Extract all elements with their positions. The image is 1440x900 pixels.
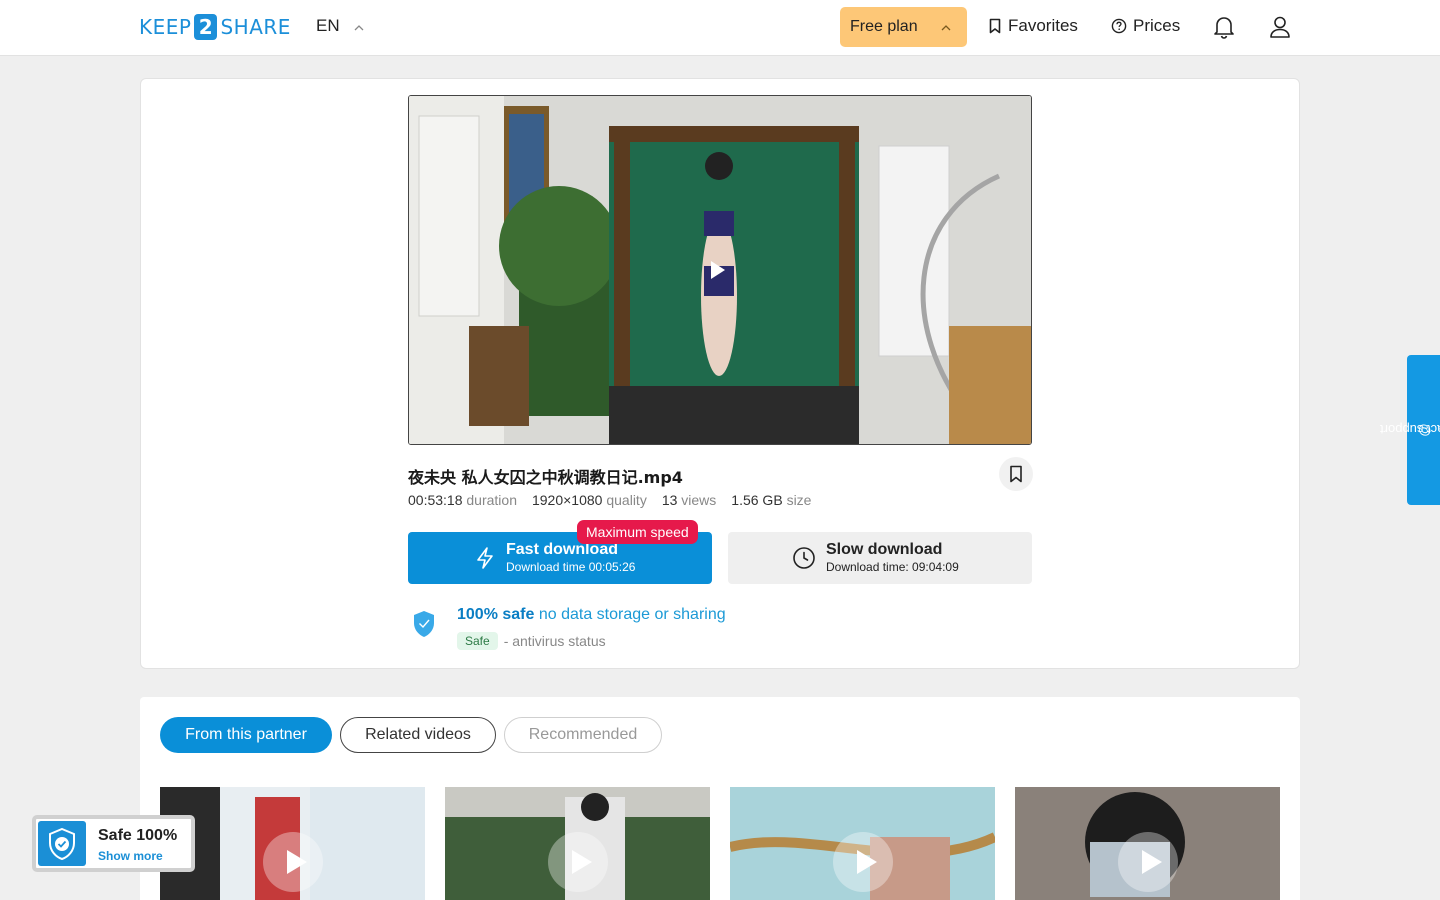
safe-strong-text: 100% safe xyxy=(457,606,535,623)
safe-statement: 100% safe no data storage or sharing xyxy=(457,606,726,624)
quality-value: 1920×1080 xyxy=(531,492,603,508)
file-title: 夜未央 私人女囚之中秋调教日记.mp4 xyxy=(408,468,683,487)
safe-light-text[interactable]: no data storage or sharing xyxy=(539,606,726,623)
help-circle-icon xyxy=(1111,18,1127,34)
safe-status-badge: Safe xyxy=(457,632,498,650)
duration-info: 00:53:18 duration xyxy=(408,492,517,508)
size-label: size xyxy=(786,492,812,508)
bookmark-icon xyxy=(1010,465,1022,483)
antivirus-label: - antivirus status xyxy=(503,633,606,649)
prices-label: Prices xyxy=(1133,16,1181,35)
chevron-up-icon xyxy=(941,25,951,31)
video-thumbnail-4[interactable] xyxy=(1015,787,1280,900)
chevron-up-icon xyxy=(354,25,364,31)
clock-icon xyxy=(793,546,815,569)
bell-icon[interactable] xyxy=(1212,14,1236,40)
logo-text-2: 2 xyxy=(194,14,218,40)
safe-100-widget[interactable]: Safe 100% Show more xyxy=(32,815,195,872)
tab-related-videos[interactable]: Related videos xyxy=(340,717,496,753)
user-icon[interactable] xyxy=(1268,14,1292,40)
fast-download-time: Download time 00:05:26 xyxy=(506,560,636,574)
views-info: 13 views xyxy=(662,492,716,508)
add-to-favorites-button[interactable] xyxy=(999,457,1033,491)
tab-label: Related videos xyxy=(365,726,471,743)
safe-widget-title: Safe 100% xyxy=(98,827,178,844)
lightning-icon xyxy=(477,546,493,569)
shield-check-icon xyxy=(38,821,86,866)
play-icon xyxy=(547,832,608,892)
logo-text-keep: KEEP xyxy=(139,15,192,39)
duration-label: duration xyxy=(466,492,517,508)
tab-recommended[interactable]: Recommended xyxy=(504,717,662,753)
tab-from-this-partner[interactable]: From this partner xyxy=(160,717,332,753)
file-meta: 00:53:18 duration 1920×1080 quality 13 v… xyxy=(408,492,811,508)
favorites-label: Favorites xyxy=(1008,16,1078,35)
quality-label: quality xyxy=(606,492,647,508)
play-icon xyxy=(262,832,323,892)
video-preview[interactable] xyxy=(408,95,1032,445)
shield-check-icon xyxy=(414,611,434,637)
free-plan-button[interactable]: Free plan xyxy=(840,7,967,47)
contact-support-tab[interactable]: @ contact support xyxy=(1379,355,1440,505)
video-thumbnail-3[interactable] xyxy=(730,787,995,900)
contact-support-label: @ contact support xyxy=(1379,423,1440,438)
top-header: KEEP 2 SHARE EN Free plan Favorites Pric… xyxy=(0,0,1440,56)
video-thumbnail-2[interactable] xyxy=(445,787,710,900)
plan-label: Free plan xyxy=(850,18,918,35)
quality-info: 1920×1080 quality xyxy=(532,492,647,508)
play-icon[interactable] xyxy=(711,261,725,279)
keep2share-logo[interactable]: KEEP 2 SHARE xyxy=(139,13,291,41)
bookmark-icon xyxy=(989,18,1001,34)
video-thumbnail-1[interactable] xyxy=(160,787,425,900)
contact-support-text: contact support xyxy=(1379,422,1440,438)
slow-download-label: Slow download xyxy=(826,541,943,558)
maximum-speed-badge: Maximum speed xyxy=(577,520,698,544)
play-icon xyxy=(1117,832,1178,892)
show-more-link[interactable]: Show more xyxy=(98,849,163,863)
play-icon xyxy=(832,832,893,892)
antivirus-status: Safe - antivirus status xyxy=(457,632,606,650)
favorites-link[interactable]: Favorites xyxy=(988,16,1078,36)
language-label: EN xyxy=(316,16,340,35)
size-value: 1.56 GB xyxy=(731,492,783,508)
duration-value: 00:53:18 xyxy=(408,492,463,508)
views-value: 13 xyxy=(661,492,678,508)
size-info: 1.56 GB size xyxy=(731,492,811,508)
slow-download-time: Download time: 09:04:09 xyxy=(826,560,959,574)
language-selector[interactable]: EN xyxy=(316,16,364,36)
prices-link[interactable]: Prices xyxy=(1111,16,1180,36)
tab-label: From this partner xyxy=(185,726,307,743)
views-label: views xyxy=(681,492,717,508)
tab-label: Recommended xyxy=(528,726,638,743)
logo-text-share: SHARE xyxy=(220,15,291,39)
slow-download-button[interactable]: Slow download Download time: 09:04:09 xyxy=(728,532,1032,584)
